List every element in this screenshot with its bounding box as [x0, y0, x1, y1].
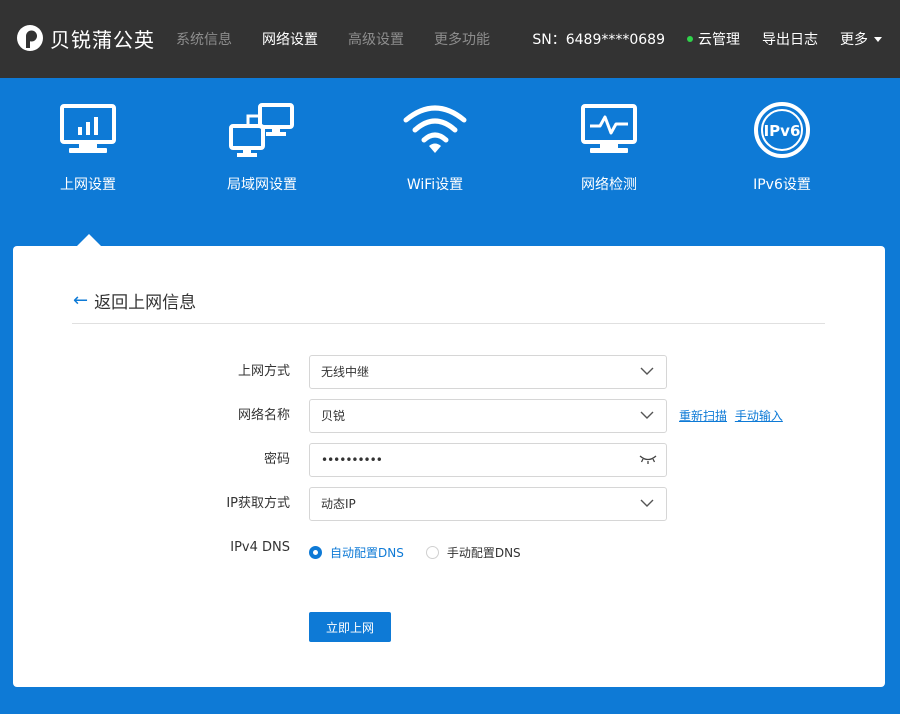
dns-auto-option[interactable]: 自动配置DNS — [309, 544, 404, 561]
cloud-management-link[interactable]: 云管理 — [687, 29, 740, 49]
nav-network-settings[interactable]: 网络设置 — [262, 29, 318, 49]
tile-ipv6-settings[interactable]: IPv6 IPv6设置 — [722, 102, 842, 194]
form-row-ip-mode: IP获取方式 动态IP — [13, 487, 885, 521]
network-name-select[interactable]: 贝锐 — [309, 399, 667, 433]
internet-settings-panel: ← 返回上网信息 上网方式 无线中继 网络名称 贝锐 重新扫描 手动输入 密码 … — [13, 246, 885, 687]
top-navigation-bar: 贝锐蒲公英 系统信息 网络设置 高级设置 更多功能 SN：6489****068… — [0, 0, 900, 78]
chevron-down-icon — [640, 367, 654, 375]
network-name-label: 网络名称 — [237, 408, 290, 423]
divider — [72, 323, 825, 324]
connect-now-button[interactable]: 立即上网 — [309, 612, 391, 642]
chevron-down-icon — [640, 411, 654, 419]
connection-mode-select[interactable]: 无线中继 — [309, 355, 667, 389]
online-status-dot — [687, 36, 693, 42]
chevron-down-icon — [640, 499, 654, 507]
arrow-left-icon: ← — [73, 290, 89, 311]
more-menu[interactable]: 更多 — [840, 29, 882, 49]
connection-mode-value: 无线中继 — [321, 365, 370, 379]
form-row-ipv4-dns: IPv4 DNS 自动配置DNS 手动配置DNS — [13, 535, 885, 569]
brand-name: 贝锐蒲公英 — [50, 27, 155, 52]
tile-internet-settings[interactable]: 上网设置 — [28, 102, 148, 194]
caret-down-icon — [874, 36, 882, 42]
password-input[interactable]: •••••••••• — [309, 443, 667, 477]
password-label: 密码 — [263, 452, 290, 467]
network-name-links: 重新扫描 手动输入 — [679, 399, 787, 433]
dns-auto-label: 自动配置DNS — [330, 545, 404, 560]
form-row-connection-mode: 上网方式 无线中继 — [13, 355, 885, 389]
ip-mode-select[interactable]: 动态IP — [309, 487, 667, 521]
nav-advanced-settings[interactable]: 高级设置 — [348, 29, 404, 49]
tile-label: 网络检测 — [581, 177, 637, 193]
active-tile-pointer — [77, 234, 101, 246]
back-to-internet-info-link[interactable]: ← 返回上网信息 — [73, 288, 196, 313]
lan-computers-icon — [229, 103, 294, 157]
dns-mode-radio-group: 自动配置DNS 手动配置DNS — [309, 535, 543, 569]
wifi-icon — [403, 105, 467, 153]
ip-mode-label: IP获取方式 — [226, 496, 290, 511]
monitor-chart-icon — [60, 104, 116, 153]
manual-input-link[interactable]: 手动输入 — [735, 409, 783, 423]
tile-network-diagnostics[interactable]: 网络检测 — [549, 102, 669, 194]
radio-selected-icon[interactable] — [309, 545, 322, 559]
ip-mode-value: 动态IP — [321, 497, 356, 511]
main-nav: 系统信息 网络设置 高级设置 更多功能 — [176, 0, 520, 78]
tile-label: 上网设置 — [60, 177, 116, 193]
tile-lan-settings[interactable]: 局域网设置 — [202, 102, 322, 194]
ipv6-icon: IPv6 — [754, 102, 810, 158]
tile-label: 局域网设置 — [227, 177, 297, 193]
rescan-link[interactable]: 重新扫描 — [679, 409, 727, 423]
logo-icon — [17, 25, 43, 51]
password-value: •••••••••• — [321, 453, 383, 467]
cloud-management-label: 云管理 — [698, 32, 740, 48]
export-log-button[interactable]: 导出日志 — [762, 29, 818, 49]
network-name-value: 贝锐 — [321, 409, 346, 423]
brand-logo[interactable]: 贝锐蒲公英 — [16, 22, 155, 54]
settings-icon-bar: 上网设置 局域网设置 WiFi设置 网络检测 IPv6 IPv6设置 — [0, 78, 900, 246]
eye-closed-icon[interactable] — [639, 453, 657, 465]
monitor-pulse-icon — [581, 104, 637, 153]
tile-wifi-settings[interactable]: WiFi设置 — [375, 102, 495, 194]
form-row-password: 密码 •••••••••• — [13, 443, 885, 477]
ipv6-icon-text: IPv6 — [764, 122, 801, 140]
nav-more-features[interactable]: 更多功能 — [434, 29, 490, 49]
header-right: SN：6489****0689 云管理 导出日志 更多 — [532, 0, 882, 78]
radio-unselected-icon[interactable] — [425, 545, 439, 559]
connection-mode-label: 上网方式 — [237, 364, 290, 379]
dns-manual-label: 手动配置DNS — [446, 545, 521, 560]
ipv4-dns-label: IPv4 DNS — [230, 540, 290, 555]
nav-system-info[interactable]: 系统信息 — [176, 29, 232, 49]
more-menu-label: 更多 — [840, 32, 868, 48]
dns-manual-option[interactable]: 手动配置DNS — [425, 544, 521, 561]
tile-label: WiFi设置 — [406, 177, 464, 193]
tile-label: IPv6设置 — [753, 177, 811, 193]
form-row-network-name: 网络名称 贝锐 重新扫描 手动输入 — [13, 399, 885, 433]
serial-number: SN：6489****0689 — [532, 32, 665, 48]
back-label: 返回上网信息 — [94, 293, 197, 313]
